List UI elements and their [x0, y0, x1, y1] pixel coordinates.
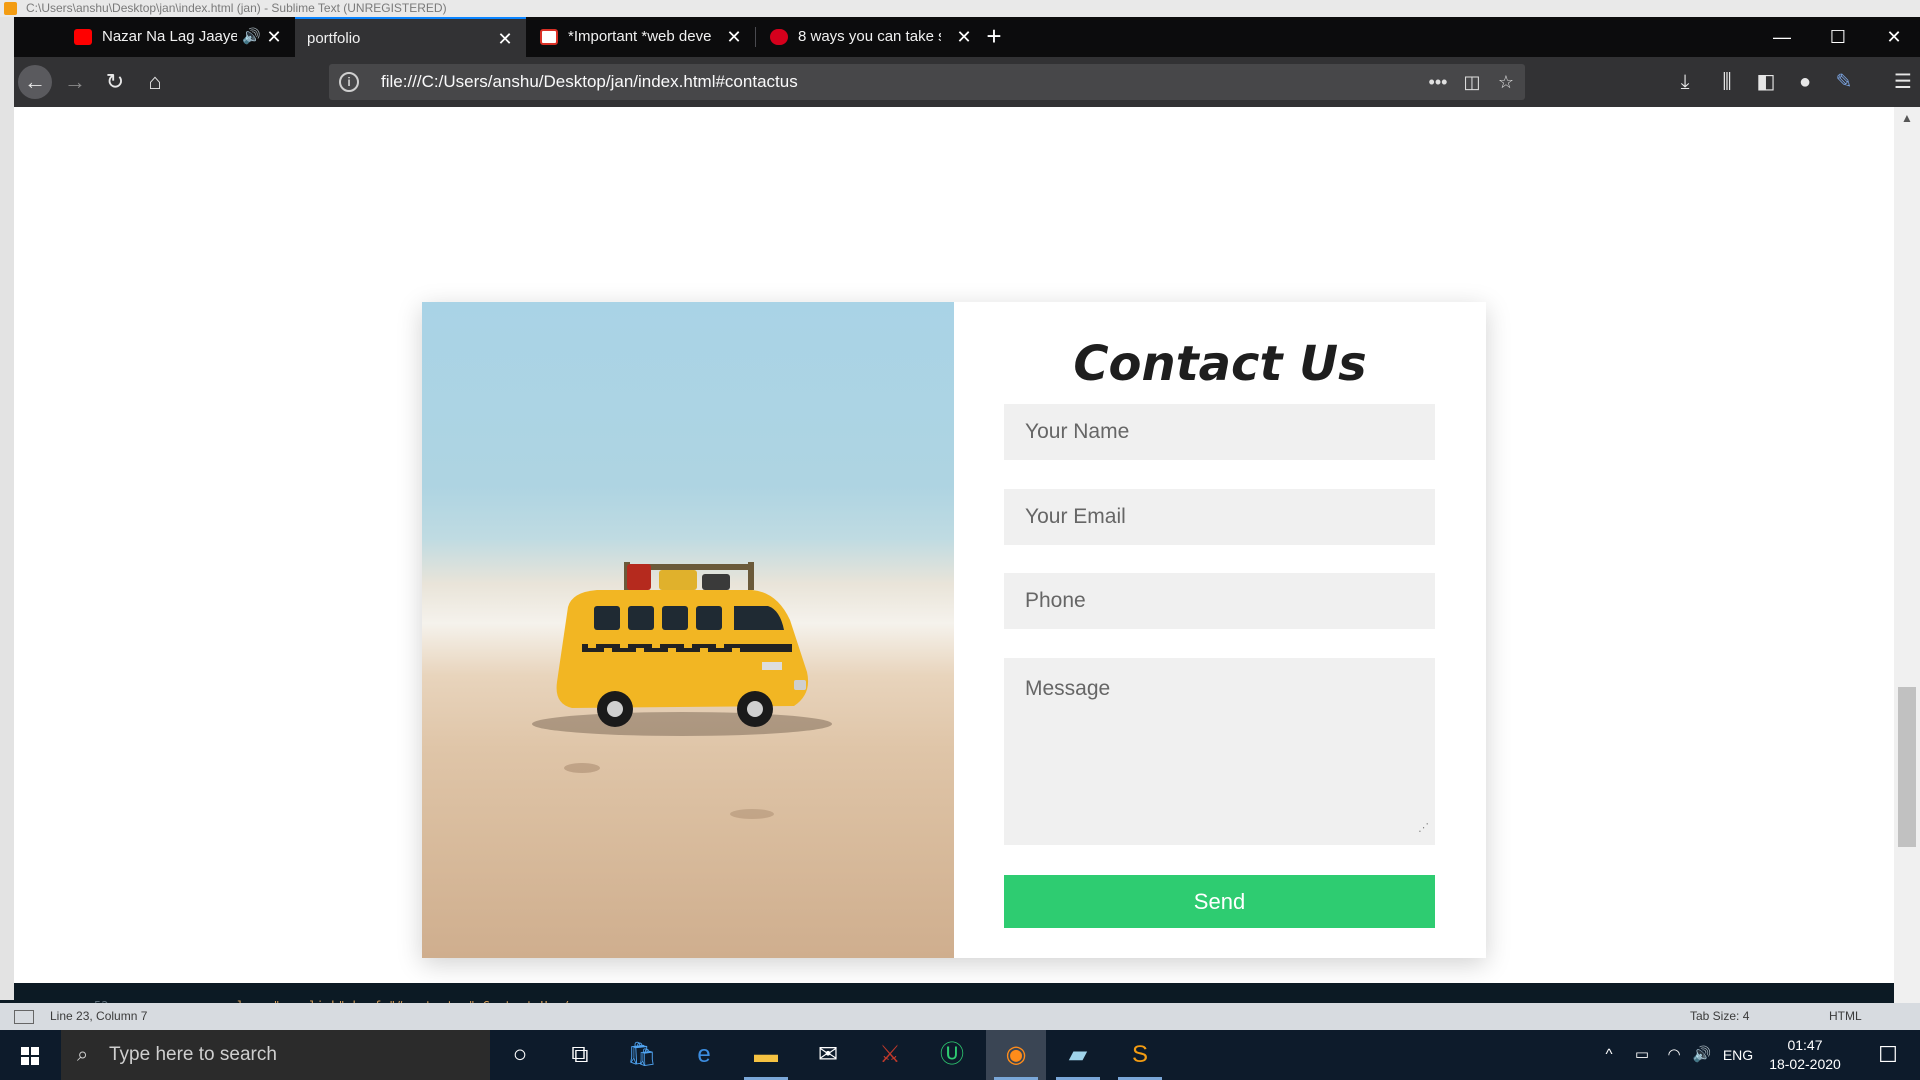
- tab-cnet[interactable]: 8 ways you can take screensho ✕: [756, 17, 985, 57]
- edge-icon[interactable]: e: [674, 1030, 734, 1080]
- battery-icon[interactable]: ▭: [1628, 1030, 1656, 1080]
- new-tab-button[interactable]: +: [974, 17, 1014, 57]
- close-tab-icon[interactable]: ✕: [953, 17, 975, 57]
- tab-gmail[interactable]: *Important *web development ✕: [526, 17, 755, 57]
- contact-form: Contact Us Your Name Your Email Phone Me…: [954, 302, 1486, 958]
- firefox-icon[interactable]: ◉: [986, 1030, 1046, 1080]
- cortana-icon[interactable]: ○: [490, 1030, 550, 1080]
- speaker-icon[interactable]: 🔊: [242, 17, 261, 57]
- email-input[interactable]: Your Email: [1004, 489, 1435, 545]
- close-tab-icon[interactable]: ✕: [494, 19, 516, 57]
- bookmark-star-icon[interactable]: ☆: [1491, 64, 1521, 100]
- start-button[interactable]: [0, 1030, 60, 1080]
- contact-title: Contact Us: [1073, 336, 1367, 392]
- language-indicator[interactable]: ENG: [1718, 1030, 1758, 1080]
- library-icon[interactable]: ⫼: [1710, 65, 1744, 99]
- sublime-title-bar: C:\Users\anshu\Desktop\jan\index.html (j…: [0, 0, 1920, 17]
- sublime-icon: [4, 2, 17, 15]
- back-button[interactable]: ←: [18, 65, 52, 99]
- cursor-position: Line 23, Column 7: [50, 1009, 148, 1023]
- sublime-edge: [0, 17, 14, 1080]
- tab-portfolio[interactable]: portfolio ✕: [295, 17, 526, 57]
- toy-bus-photo: [422, 302, 954, 958]
- pocket-icon[interactable]: ◫: [1457, 64, 1487, 100]
- cnet-icon: [770, 29, 788, 45]
- notifications-icon[interactable]: ☐: [1864, 1030, 1912, 1080]
- account-icon[interactable]: ●: [1788, 65, 1822, 99]
- sublime-status-bar: Line 23, Column 7 Tab Size: 4 HTML: [0, 1003, 1920, 1030]
- close-window-button[interactable]: ✕: [1866, 17, 1920, 57]
- windows-logo-icon: [21, 1047, 39, 1065]
- name-input[interactable]: Your Name: [1004, 404, 1435, 460]
- phone-input[interactable]: Phone: [1004, 573, 1435, 629]
- forward-button[interactable]: →: [58, 65, 92, 99]
- page-actions-icon[interactable]: •••: [1423, 64, 1453, 100]
- page-scrollbar[interactable]: ▲ ▼: [1894, 107, 1920, 1027]
- sublime-title: C:\Users\anshu\Desktop\jan\index.html (j…: [26, 1, 447, 15]
- url-text[interactable]: file:///C:/Users/anshu/Desktop/jan/index…: [381, 64, 798, 100]
- predator-icon[interactable]: ⚔: [860, 1030, 920, 1080]
- file-explorer-icon[interactable]: ▬: [736, 1030, 796, 1080]
- youtube-icon: [74, 29, 92, 45]
- tab-label: portfolio: [307, 30, 361, 47]
- minimize-button[interactable]: —: [1754, 17, 1810, 57]
- contact-card: Contact Us Your Name Your Email Phone Me…: [422, 302, 1486, 958]
- tab-label: 8 ways you can take screensho: [798, 28, 941, 45]
- search-placeholder: Type here to search: [109, 1044, 277, 1065]
- send-button[interactable]: Send: [1004, 875, 1435, 928]
- tab-strip: Nazar Na Lag Jaaye With Ly 🔊 ✕ portfolio…: [14, 17, 1920, 57]
- clock-time: 01:47: [1787, 1037, 1823, 1053]
- reload-button[interactable]: ↻: [98, 65, 132, 99]
- system-clock[interactable]: 01:47 18-02-2020: [1760, 1036, 1850, 1074]
- gmail-icon: [540, 29, 558, 45]
- syntax-mode[interactable]: HTML: [1829, 1003, 1862, 1030]
- firefox-window: Nazar Na Lag Jaaye With Ly 🔊 ✕ portfolio…: [14, 17, 1920, 1027]
- upwork-icon[interactable]: Ⓤ: [922, 1030, 982, 1080]
- panel-toggle-icon[interactable]: [14, 1010, 34, 1024]
- resize-grip-icon[interactable]: ⋰: [1418, 815, 1429, 841]
- tab-label: *Important *web development: [568, 28, 711, 45]
- url-bar[interactable]: i file:///C:/Users/anshu/Desktop/jan/ind…: [329, 64, 1525, 100]
- store-icon[interactable]: 🛍: [612, 1030, 672, 1080]
- site-info-icon[interactable]: i: [339, 72, 359, 92]
- scroll-thumb[interactable]: [1898, 687, 1916, 847]
- task-view-icon[interactable]: ⧉: [550, 1030, 610, 1080]
- wifi-icon[interactable]: ◠: [1660, 1030, 1688, 1080]
- tab-youtube[interactable]: Nazar Na Lag Jaaye With Ly 🔊 ✕: [60, 17, 295, 57]
- volume-icon[interactable]: 🔊: [1688, 1030, 1716, 1080]
- navigation-toolbar: ← → ↻ ⌂ i file:///C:/Users/anshu/Desktop…: [14, 57, 1920, 107]
- extension-icon[interactable]: ✎: [1827, 65, 1861, 99]
- windows-taskbar: ⌕ Type here to search ○ ⧉ 🛍 e ▬ ✉ ⚔ Ⓤ ◉ …: [0, 1030, 1920, 1080]
- mail-icon[interactable]: ✉: [798, 1030, 858, 1080]
- menu-icon[interactable]: ☰: [1886, 65, 1920, 99]
- sidebar-icon[interactable]: ◧: [1749, 65, 1783, 99]
- message-placeholder: Message: [1025, 677, 1111, 700]
- page-viewport: Contact Us Your Name Your Email Phone Me…: [14, 107, 1894, 1027]
- sublime-icon[interactable]: S: [1110, 1030, 1170, 1080]
- home-button[interactable]: ⌂: [138, 65, 172, 99]
- show-hidden-icons[interactable]: ^: [1596, 1030, 1622, 1080]
- tab-label: Nazar Na Lag Jaaye With Ly: [102, 28, 237, 45]
- bus-illustration: [532, 562, 832, 819]
- clock-date: 18-02-2020: [1769, 1056, 1841, 1072]
- tab-size[interactable]: Tab Size: 4: [1690, 1003, 1749, 1030]
- taskbar-search[interactable]: ⌕ Type here to search: [61, 1030, 490, 1080]
- close-tab-icon[interactable]: ✕: [723, 17, 745, 57]
- search-icon: ⌕: [77, 1044, 89, 1066]
- notepad-icon[interactable]: ▰: [1048, 1030, 1108, 1080]
- close-tab-icon[interactable]: ✕: [263, 17, 285, 57]
- downloads-icon[interactable]: ⤓: [1668, 65, 1702, 99]
- maximize-button[interactable]: ☐: [1810, 17, 1866, 57]
- message-textarea[interactable]: Message ⋰: [1004, 658, 1435, 845]
- scroll-up-icon[interactable]: ▲: [1894, 107, 1920, 129]
